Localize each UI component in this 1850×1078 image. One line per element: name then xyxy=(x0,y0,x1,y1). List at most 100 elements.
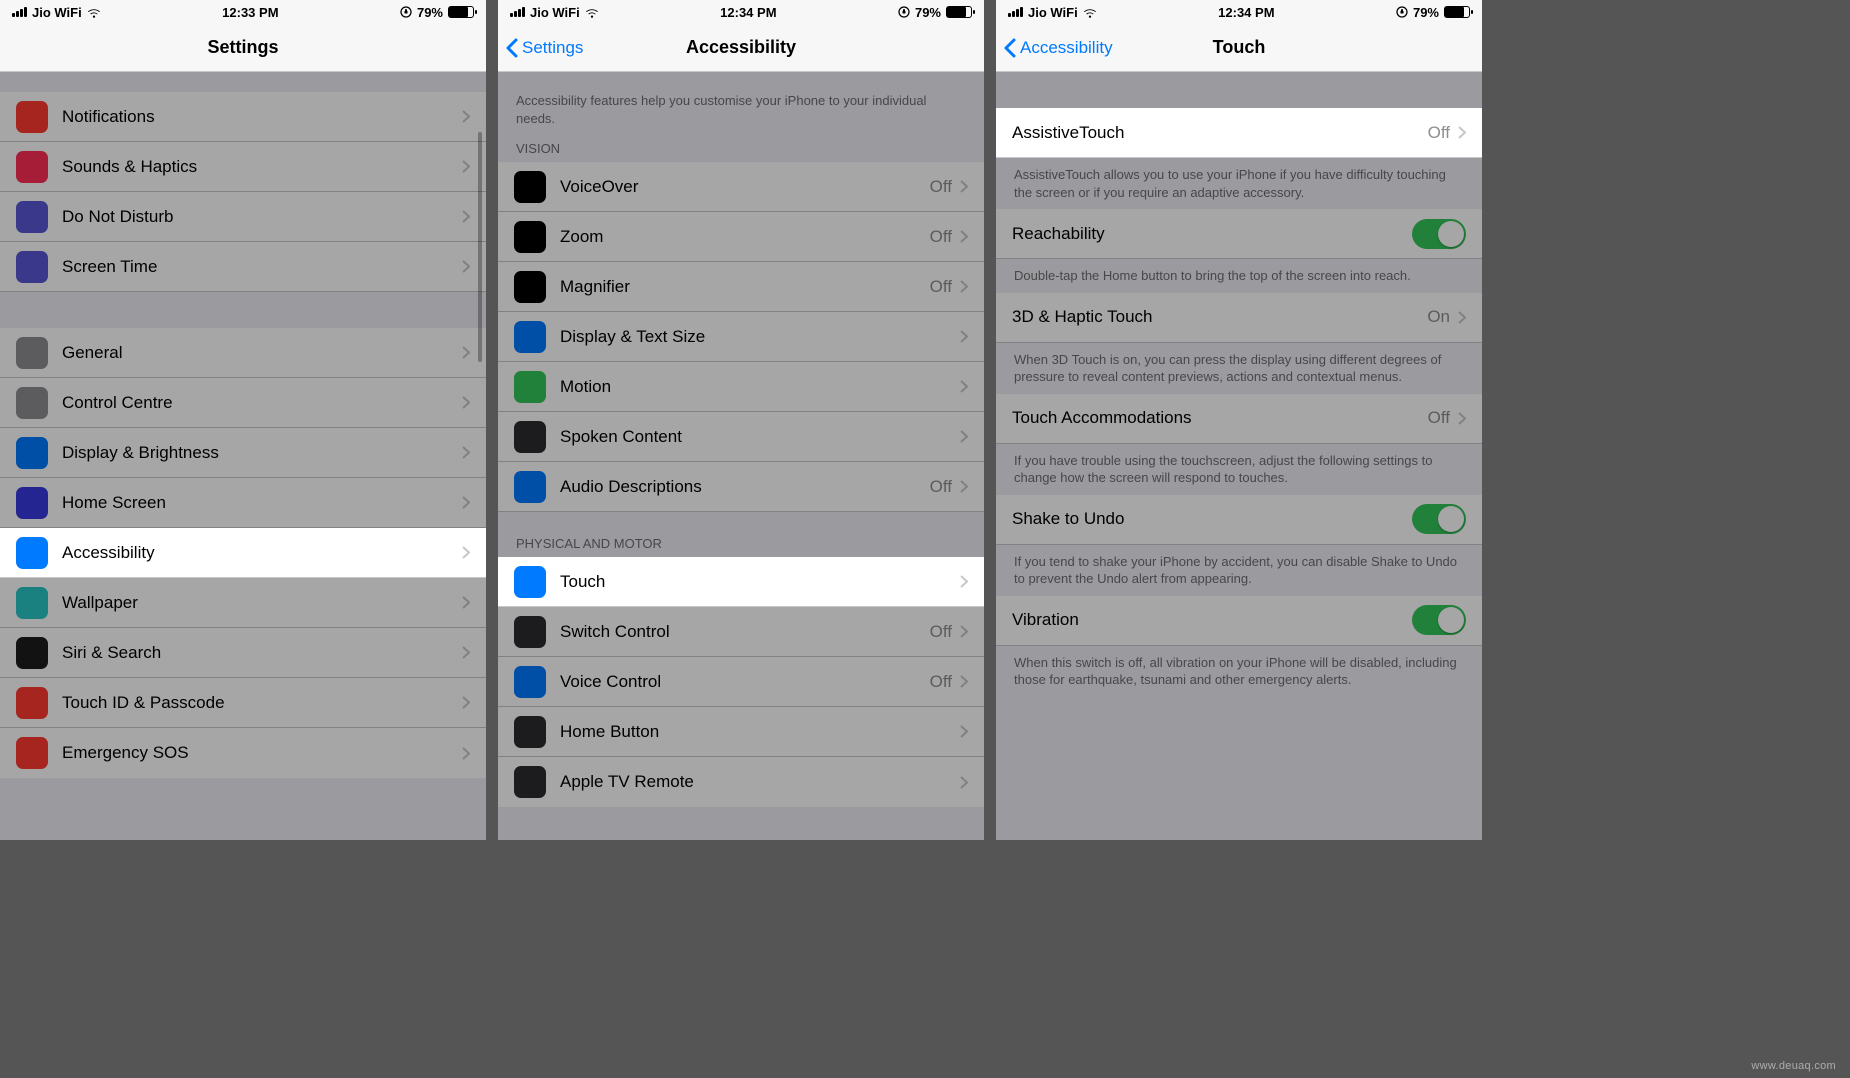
page-title: Accessibility xyxy=(686,37,796,58)
row-label: Zoom xyxy=(560,227,930,247)
accessibility-list[interactable]: Accessibility features help you customis… xyxy=(498,72,984,840)
chevron-right-icon xyxy=(462,396,470,409)
row-label: Voice Control xyxy=(560,672,930,692)
settings-row[interactable]: Display & Text Size xyxy=(498,312,984,362)
row-icon xyxy=(514,566,546,598)
toggle-vibration[interactable] xyxy=(1412,605,1466,635)
row-label: Audio Descriptions xyxy=(560,477,930,497)
row-icon xyxy=(514,371,546,403)
row-3d-haptic[interactable]: 3D & Haptic Touch On xyxy=(996,293,1482,343)
row-label: Shake to Undo xyxy=(1012,509,1412,529)
row-label: Siri & Search xyxy=(62,643,462,663)
row-vibration[interactable]: Vibration xyxy=(996,596,1482,646)
row-icon xyxy=(514,666,546,698)
settings-row[interactable]: Control Centre xyxy=(0,378,486,428)
settings-row[interactable]: VoiceOverOff xyxy=(498,162,984,212)
footer-shake: If you tend to shake your iPhone by acci… xyxy=(996,545,1482,596)
row-label: 3D & Haptic Touch xyxy=(1012,307,1427,327)
settings-row[interactable]: Accessibility xyxy=(0,528,486,578)
settings-list[interactable]: Notifications Sounds & HapticsDo Not Dist… xyxy=(0,72,486,840)
row-icon xyxy=(16,337,48,369)
settings-row[interactable]: Sounds & Haptics xyxy=(0,142,486,192)
chevron-right-icon xyxy=(462,210,470,223)
settings-row[interactable]: Wallpaper xyxy=(0,578,486,628)
row-icon xyxy=(16,537,48,569)
toggle-reachability[interactable] xyxy=(1412,219,1466,249)
row-value: On xyxy=(1427,307,1450,327)
signal-icon xyxy=(510,7,525,17)
chevron-left-icon xyxy=(1004,38,1016,58)
settings-row[interactable]: MagnifierOff xyxy=(498,262,984,312)
toggle-shake-undo[interactable] xyxy=(1412,504,1466,534)
status-bar: Jio WiFi 12:34 PM 79% xyxy=(498,0,984,24)
row-label: Notifications xyxy=(62,107,462,127)
row-icon xyxy=(16,487,48,519)
back-label: Settings xyxy=(522,38,583,58)
settings-row[interactable]: Screen Time xyxy=(0,242,486,292)
intro-text: Accessibility features help you customis… xyxy=(498,72,984,135)
back-button[interactable]: Settings xyxy=(506,38,583,58)
settings-row[interactable]: Switch ControlOff xyxy=(498,607,984,657)
row-icon xyxy=(514,471,546,503)
settings-row[interactable]: Display & Brightness xyxy=(0,428,486,478)
touch-screen: Jio WiFi 12:34 PM 79% Accessibility Touc… xyxy=(996,0,1482,840)
settings-row[interactable]: Siri & Search xyxy=(0,628,486,678)
touch-list[interactable]: AssistiveTouch Off AssistiveTouch allows… xyxy=(996,72,1482,840)
section-vision: VISION xyxy=(498,135,984,162)
settings-row[interactable]: Do Not Disturb xyxy=(0,192,486,242)
settings-row[interactable]: Touch ID & Passcode xyxy=(0,678,486,728)
row-value: Off xyxy=(930,177,952,197)
chevron-right-icon xyxy=(462,160,470,173)
row-shake-undo[interactable]: Shake to Undo xyxy=(996,495,1482,545)
status-time: 12:34 PM xyxy=(720,5,776,20)
footer-vibration: When this switch is off, all vibration o… xyxy=(996,646,1482,697)
footer-accommodations: If you have trouble using the touchscree… xyxy=(996,444,1482,495)
settings-row[interactable]: Emergency SOS xyxy=(0,728,486,778)
battery-percent: 79% xyxy=(1413,5,1439,20)
back-button[interactable]: Accessibility xyxy=(1004,38,1113,58)
battery-icon xyxy=(1444,6,1470,18)
scrollbar[interactable] xyxy=(478,132,482,362)
chevron-right-icon xyxy=(960,430,968,443)
chevron-right-icon xyxy=(1458,412,1466,425)
row-icon xyxy=(514,221,546,253)
settings-row[interactable]: Voice ControlOff xyxy=(498,657,984,707)
settings-row[interactable]: Apple TV Remote xyxy=(498,757,984,807)
settings-row[interactable]: Audio DescriptionsOff xyxy=(498,462,984,512)
row-icon xyxy=(16,251,48,283)
row-value: Off xyxy=(1428,408,1450,428)
row-touch-accommodations[interactable]: Touch Accommodations Off xyxy=(996,394,1482,444)
row-label: Wallpaper xyxy=(62,593,462,613)
row-assistive-touch[interactable]: AssistiveTouch Off xyxy=(996,108,1482,158)
settings-row[interactable]: Motion xyxy=(498,362,984,412)
settings-screen: Jio WiFi 12:33 PM 79% Settings Notificat… xyxy=(0,0,486,840)
row-icon xyxy=(16,151,48,183)
chevron-right-icon xyxy=(462,596,470,609)
battery-icon xyxy=(448,6,474,18)
row-label: Vibration xyxy=(1012,610,1412,630)
settings-row[interactable]: ZoomOff xyxy=(498,212,984,262)
row-icon xyxy=(514,321,546,353)
footer-assistive: AssistiveTouch allows you to use your iP… xyxy=(996,158,1482,209)
settings-row[interactable]: Notifications xyxy=(0,92,486,142)
chevron-right-icon xyxy=(960,776,968,789)
settings-row[interactable]: General xyxy=(0,328,486,378)
chevron-right-icon xyxy=(1458,311,1466,324)
row-label: VoiceOver xyxy=(560,177,930,197)
row-label: Home Screen xyxy=(62,493,462,513)
row-label: Display & Text Size xyxy=(560,327,960,347)
row-label: Control Centre xyxy=(62,393,462,413)
wifi-icon xyxy=(87,5,101,19)
section-motor: PHYSICAL AND MOTOR xyxy=(498,512,984,557)
settings-row[interactable]: Home Button xyxy=(498,707,984,757)
row-value: Off xyxy=(1428,123,1450,143)
row-icon xyxy=(16,737,48,769)
settings-row[interactable]: Home Screen xyxy=(0,478,486,528)
row-icon xyxy=(16,687,48,719)
row-icon xyxy=(16,637,48,669)
settings-row[interactable]: Touch xyxy=(498,557,984,607)
row-reachability[interactable]: Reachability xyxy=(996,209,1482,259)
chevron-right-icon xyxy=(960,380,968,393)
settings-row[interactable]: Spoken Content xyxy=(498,412,984,462)
row-label: General xyxy=(62,343,462,363)
